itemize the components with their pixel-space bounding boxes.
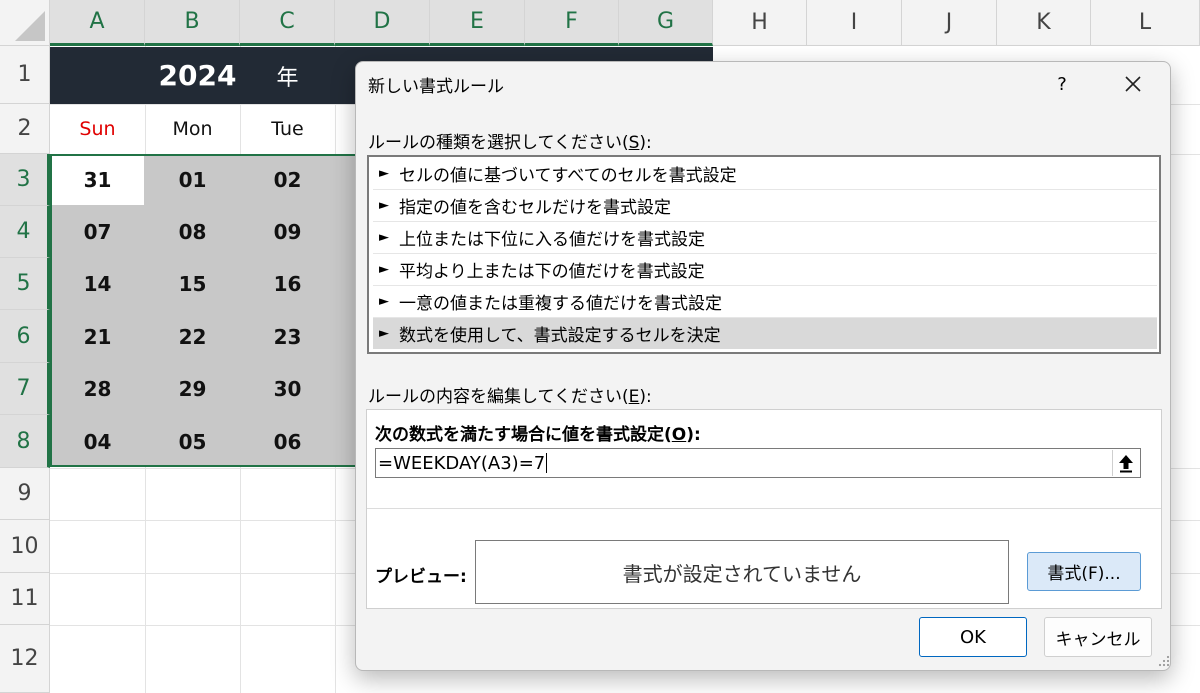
edit-rule-label: ルールの内容を編集してください(E):: [368, 387, 652, 407]
rule-type-item[interactable]: ► 平均より上または下の値だけを書式設定: [373, 254, 1157, 285]
preview-box: 書式が設定されていません: [475, 540, 1009, 604]
bullet-triangle-icon: ►: [379, 294, 389, 309]
column-header-g[interactable]: G: [619, 0, 713, 46]
date-cell[interactable]: 16: [240, 258, 335, 310]
row-header-6[interactable]: 6: [0, 310, 50, 363]
row-header-5[interactable]: 5: [0, 258, 50, 310]
row-header-9[interactable]: 9: [0, 468, 50, 520]
dialog-title: 新しい書式ルール: [368, 77, 504, 97]
bullet-triangle-icon: ►: [379, 230, 389, 245]
date-cell[interactable]: 21: [50, 310, 145, 363]
column-header-i[interactable]: I: [807, 0, 902, 46]
weekday-tue[interactable]: Tue: [240, 104, 335, 154]
date-cell[interactable]: 04: [50, 415, 145, 468]
formula-text: =WEEKDAY(A3)=7: [378, 452, 546, 474]
close-button[interactable]: [1116, 68, 1150, 100]
row-header-3[interactable]: 3: [0, 154, 50, 206]
date-cell[interactable]: 08: [145, 206, 240, 258]
weekday-sun[interactable]: Sun: [50, 104, 145, 154]
column-header-k[interactable]: K: [997, 0, 1091, 46]
format-button[interactable]: 書式(F)...: [1027, 552, 1141, 591]
ok-button[interactable]: OK: [919, 617, 1027, 657]
rule-type-item[interactable]: ► 上位または下位に入る値だけを書式設定: [373, 222, 1157, 253]
date-cell[interactable]: 09: [240, 206, 335, 258]
row-header-1[interactable]: 1: [0, 46, 50, 104]
column-header-h[interactable]: H: [713, 0, 807, 46]
edit-rule-accesskey: E: [628, 387, 640, 407]
formula-label: 次の数式を満たす場合に値を書式設定(O):: [375, 425, 701, 445]
date-cell[interactable]: 31: [50, 154, 145, 206]
formula-input[interactable]: =WEEKDAY(A3)=7: [375, 448, 1141, 478]
preview-label: プレビュー:: [375, 567, 467, 587]
rule-type-item-selected[interactable]: ► 数式を使用して、書式設定するセルを決定: [373, 318, 1157, 349]
row-header-12[interactable]: 12: [0, 625, 50, 693]
date-cell[interactable]: 14: [50, 258, 145, 310]
weekday-mon[interactable]: Mon: [145, 104, 240, 154]
rule-type-item[interactable]: ► 指定の値を含むセルだけを書式設定: [373, 190, 1157, 221]
date-cell[interactable]: 02: [240, 154, 335, 206]
column-header-e[interactable]: E: [430, 0, 525, 46]
formula-accesskey: O: [671, 425, 687, 445]
bullet-triangle-icon: ►: [379, 262, 389, 277]
collapse-dialog-button[interactable]: [1112, 450, 1139, 476]
row-header-10[interactable]: 10: [0, 520, 50, 573]
help-button[interactable]: ?: [1048, 70, 1076, 98]
date-cell[interactable]: 15: [145, 258, 240, 310]
rule-type-accesskey: S: [628, 133, 640, 153]
rule-type-label: ルールの種類を選択してください(S):: [368, 133, 652, 153]
column-header-l[interactable]: L: [1091, 0, 1200, 46]
row-header-7[interactable]: 7: [0, 363, 50, 415]
rule-type-item[interactable]: ► 一意の値または重複する値だけを書式設定: [373, 286, 1157, 317]
date-cell[interactable]: 06: [240, 415, 335, 468]
row-header-4[interactable]: 4: [0, 206, 50, 258]
date-cell[interactable]: 07: [50, 206, 145, 258]
date-cell[interactable]: 28: [50, 363, 145, 415]
rule-description-panel: 次の数式を満たす場合に値を書式設定(O): =WEEKDAY(A3)=7 プレビ…: [366, 409, 1162, 609]
calendar-year-suffix[interactable]: 年: [255, 47, 320, 104]
bullet-triangle-icon: ►: [379, 198, 389, 213]
column-header-f[interactable]: F: [525, 0, 619, 46]
date-cell[interactable]: 22: [145, 310, 240, 363]
bullet-triangle-icon: ►: [379, 326, 389, 341]
column-header-b[interactable]: B: [145, 0, 240, 46]
date-cell[interactable]: 01: [145, 154, 240, 206]
select-all-corner[interactable]: [0, 0, 50, 46]
rule-type-item[interactable]: ► セルの値に基づいてすべてのセルを書式設定: [373, 158, 1157, 189]
row-header-8[interactable]: 8: [0, 415, 50, 468]
column-header-a[interactable]: A: [50, 0, 145, 46]
rule-type-list[interactable]: ► セルの値に基づいてすべてのセルを書式設定 ► 指定の値を含むセルだけを書式設定 …: [367, 155, 1161, 354]
text-caret: [546, 453, 548, 473]
calendar-year[interactable]: 2024: [145, 47, 250, 104]
row-header-11[interactable]: 11: [0, 573, 50, 625]
column-header-j[interactable]: J: [902, 0, 997, 46]
row-header-2[interactable]: 2: [0, 104, 50, 154]
divider: [367, 508, 1161, 509]
close-icon: [1125, 76, 1141, 92]
date-cell[interactable]: 29: [145, 363, 240, 415]
column-header-c[interactable]: C: [240, 0, 335, 46]
resize-grip-icon[interactable]: [1156, 652, 1170, 667]
date-cell[interactable]: 30: [240, 363, 335, 415]
new-formatting-rule-dialog: 新しい書式ルール ? ルールの種類を選択してください(S): ► セルの値に基づい…: [355, 61, 1171, 671]
upload-arrow-icon: [1119, 455, 1133, 473]
cancel-button[interactable]: キャンセル: [1044, 617, 1152, 657]
date-cell[interactable]: 05: [145, 415, 240, 468]
column-header-d[interactable]: D: [335, 0, 430, 46]
bullet-triangle-icon: ►: [379, 166, 389, 181]
date-cell[interactable]: 23: [240, 310, 335, 363]
